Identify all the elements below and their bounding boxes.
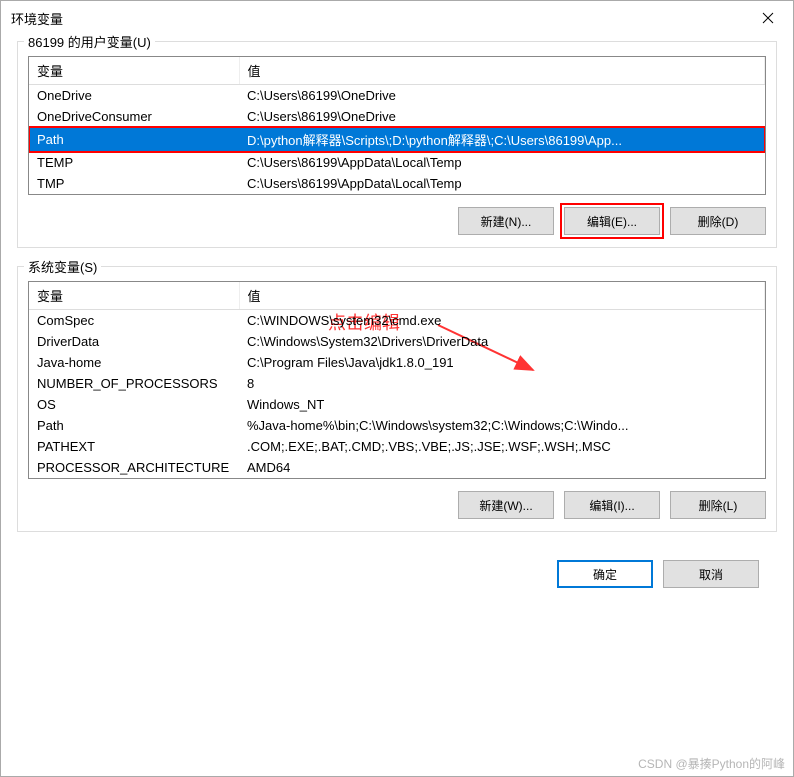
row-var: Java-home (29, 352, 239, 373)
system-vars-table-wrap[interactable]: 变量 值 ComSpecC:\WINDOWS\system32\cmd.exeD… (28, 281, 766, 479)
row-var: Path (29, 415, 239, 436)
row-var: OneDrive (29, 85, 239, 107)
row-val: Windows_NT (239, 394, 765, 415)
dialog-footer: 确定 取消 (17, 550, 777, 588)
system-new-button[interactable]: 新建(W)... (458, 491, 554, 519)
user-col-val[interactable]: 值 (239, 57, 765, 85)
row-var: OneDriveConsumer (29, 106, 239, 127)
row-val: C:\Program Files\Java\jdk1.8.0_191 (239, 352, 765, 373)
row-var: PATHEXT (29, 436, 239, 457)
cancel-button[interactable]: 取消 (663, 560, 759, 588)
row-val: %Java-home%\bin;C:\Windows\system32;C:\W… (239, 415, 765, 436)
row-val: C:\Users\86199\AppData\Local\Temp (239, 152, 765, 173)
close-icon (762, 12, 774, 24)
window-title: 环境变量 (11, 9, 63, 28)
dialog-content: 86199 的用户变量(U) 变量 值 OneDriveC:\Users\861… (1, 35, 793, 604)
row-var: TMP (29, 173, 239, 194)
row-val: C:\Users\86199\OneDrive (239, 106, 765, 127)
row-val: 8 (239, 373, 765, 394)
table-row[interactable]: OneDriveC:\Users\86199\OneDrive (29, 85, 765, 107)
system-group-label: 系统变量(S) (24, 257, 101, 276)
user-col-var[interactable]: 变量 (29, 57, 239, 85)
row-var: Path (29, 127, 239, 152)
row-val: C:\Users\86199\OneDrive (239, 85, 765, 107)
row-var: OS (29, 394, 239, 415)
user-vars-table[interactable]: 变量 值 OneDriveC:\Users\86199\OneDriveOneD… (29, 57, 765, 194)
system-buttons: 新建(W)... 编辑(I)... 删除(L) (28, 491, 766, 519)
user-delete-button[interactable]: 删除(D) (670, 207, 766, 235)
system-vars-table[interactable]: 变量 值 ComSpecC:\WINDOWS\system32\cmd.exeD… (29, 282, 765, 478)
row-var: PROCESSOR_ARCHITECTURE (29, 457, 239, 478)
table-row[interactable]: Path%Java-home%\bin;C:\Windows\system32;… (29, 415, 765, 436)
watermark: CSDN @暴揍Python的阿峰 (638, 755, 785, 772)
user-buttons: 新建(N)... 编辑(E)... 删除(D) (28, 207, 766, 235)
table-row[interactable]: Java-homeC:\Program Files\Java\jdk1.8.0_… (29, 352, 765, 373)
user-edit-button[interactable]: 编辑(E)... (564, 207, 660, 235)
table-row[interactable]: PROCESSOR_ARCHITECTUREAMD64 (29, 457, 765, 478)
sys-col-var[interactable]: 变量 (29, 282, 239, 310)
row-val: .COM;.EXE;.BAT;.CMD;.VBS;.VBE;.JS;.JSE;.… (239, 436, 765, 457)
row-val: C:\WINDOWS\system32\cmd.exe (239, 310, 765, 332)
user-new-button[interactable]: 新建(N)... (458, 207, 554, 235)
table-row[interactable]: NUMBER_OF_PROCESSORS8 (29, 373, 765, 394)
row-var: TEMP (29, 152, 239, 173)
table-row[interactable]: DriverDataC:\Windows\System32\Drivers\Dr… (29, 331, 765, 352)
sys-col-val[interactable]: 值 (239, 282, 765, 310)
row-var: NUMBER_OF_PROCESSORS (29, 373, 239, 394)
user-group-label: 86199 的用户变量(U) (24, 32, 155, 51)
env-vars-dialog: 环境变量 86199 的用户变量(U) 变量 值 OneDriveC:\User… (0, 0, 794, 777)
table-row[interactable]: OneDriveConsumerC:\Users\86199\OneDrive (29, 106, 765, 127)
row-var: ComSpec (29, 310, 239, 332)
table-row[interactable]: TMPC:\Users\86199\AppData\Local\Temp (29, 173, 765, 194)
table-row[interactable]: PATHEXT.COM;.EXE;.BAT;.CMD;.VBS;.VBE;.JS… (29, 436, 765, 457)
table-row[interactable]: ComSpecC:\WINDOWS\system32\cmd.exe (29, 310, 765, 332)
row-val: AMD64 (239, 457, 765, 478)
system-edit-button[interactable]: 编辑(I)... (564, 491, 660, 519)
system-delete-button[interactable]: 删除(L) (670, 491, 766, 519)
table-row[interactable]: TEMPC:\Users\86199\AppData\Local\Temp (29, 152, 765, 173)
table-row[interactable]: PathD:\python解释器\Scripts\;D:\python解释器\;… (29, 127, 765, 152)
user-vars-table-wrap: 变量 值 OneDriveC:\Users\86199\OneDriveOneD… (28, 56, 766, 195)
row-val: D:\python解释器\Scripts\;D:\python解释器\;C:\U… (239, 127, 765, 152)
row-var: DriverData (29, 331, 239, 352)
row-val: C:\Windows\System32\Drivers\DriverData (239, 331, 765, 352)
titlebar: 环境变量 (1, 1, 793, 35)
ok-button[interactable]: 确定 (557, 560, 653, 588)
user-variables-group: 86199 的用户变量(U) 变量 值 OneDriveC:\Users\861… (17, 41, 777, 248)
system-variables-group: 系统变量(S) 变量 值 ComSpecC:\WINDOWS\system32\… (17, 266, 777, 532)
close-button[interactable] (745, 2, 791, 34)
table-row[interactable]: OSWindows_NT (29, 394, 765, 415)
row-val: C:\Users\86199\AppData\Local\Temp (239, 173, 765, 194)
